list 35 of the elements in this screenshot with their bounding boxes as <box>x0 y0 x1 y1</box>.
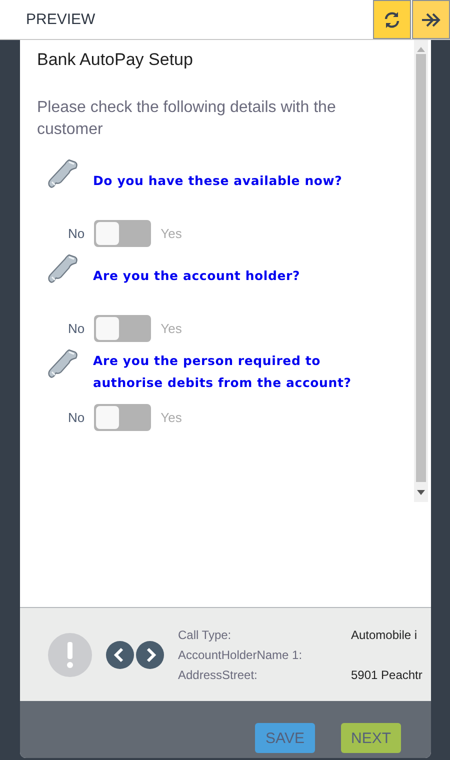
yes-label: Yes <box>160 410 182 425</box>
forward-button[interactable] <box>412 0 450 39</box>
phone-handset-icon <box>47 158 79 190</box>
no-label: No <box>68 321 85 336</box>
next-icon[interactable] <box>136 640 164 668</box>
question-text: Are you the account holder? <box>93 267 302 285</box>
no-label: No <box>68 226 85 241</box>
field-label: Call Type: <box>178 626 232 644</box>
scroll-down-icon <box>417 490 425 496</box>
refresh-button[interactable] <box>373 0 411 39</box>
field-value: Automobile i <box>351 626 418 644</box>
save-button[interactable]: SAVE <box>255 723 315 753</box>
intro-text: Please check the following details with the customer <box>37 98 337 140</box>
previous-icon[interactable] <box>106 640 134 668</box>
next-button[interactable]: NEXT <box>341 723 401 753</box>
preview-title: PREVIEW <box>26 11 96 28</box>
question-text: Are you the person required to authorise debits from the account? <box>93 352 352 392</box>
field-label: AddressStreet: <box>178 666 258 684</box>
scrollbar[interactable] <box>414 40 428 502</box>
scroll-up-icon <box>417 46 425 52</box>
yes-no-toggle[interactable] <box>94 220 151 247</box>
phone-handset-icon <box>47 253 79 285</box>
field-label: AccountHolderName 1: <box>178 646 304 664</box>
alert-icon <box>48 632 92 676</box>
field-value: 5901 Peachtr <box>351 666 422 684</box>
form-title: Bank AutoPay Setup <box>37 50 194 70</box>
yes-no-toggle[interactable] <box>94 404 151 431</box>
yes-label: Yes <box>160 321 182 336</box>
yes-label: Yes <box>160 226 182 241</box>
refresh-icon <box>383 10 401 28</box>
double-arrow-icon <box>421 12 441 26</box>
question-text: Do you have these available now? <box>93 172 344 190</box>
yes-no-toggle[interactable] <box>94 315 151 342</box>
no-label: No <box>68 410 85 425</box>
phone-handset-icon <box>47 348 79 380</box>
